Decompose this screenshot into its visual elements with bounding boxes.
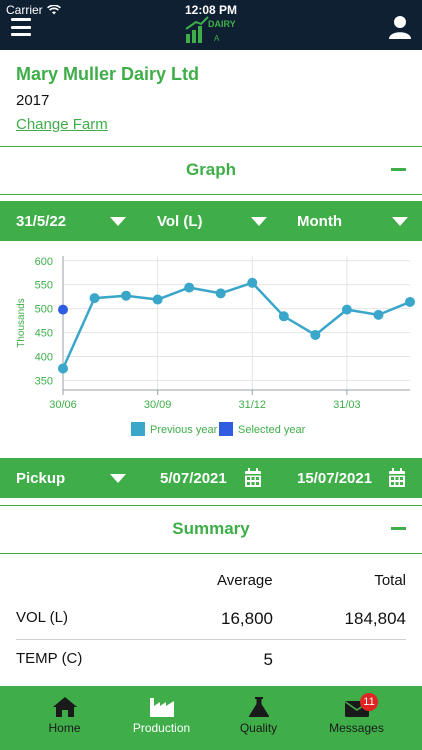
divider	[0, 146, 422, 147]
chevron-down-icon[interactable]	[392, 217, 408, 226]
divider	[0, 553, 422, 554]
y-tick-label: 450	[35, 328, 53, 340]
dairy-logo-icon: DAIRY A	[185, 16, 236, 43]
average-column-header: Average	[217, 572, 273, 589]
tab-label: Production	[132, 721, 191, 735]
summary-section-title: Summary	[172, 519, 250, 538]
calendar-icon[interactable]	[244, 468, 262, 488]
y-tick-label: 400	[35, 352, 53, 364]
y-axis-label: Thousands	[16, 298, 27, 347]
to-date-field[interactable]: 15/07/2021	[297, 458, 372, 498]
data-point	[278, 311, 289, 322]
factory-icon	[149, 698, 174, 717]
chevron-down-icon[interactable]	[110, 474, 126, 483]
data-point	[152, 294, 163, 305]
data-point	[310, 329, 321, 340]
logo-text: DAIRY	[208, 19, 236, 29]
tab-home[interactable]: Home	[12, 686, 117, 750]
x-tick-label: 31/03	[333, 399, 361, 411]
tab-label: Quality	[239, 721, 278, 735]
logo-subtext: A	[214, 34, 220, 43]
graph-filter-bar: 31/5/22 Vol (L) Month	[0, 201, 422, 241]
y-tick-label: 600	[35, 256, 53, 268]
from-date-field[interactable]: 5/07/2021	[160, 458, 227, 498]
tab-production[interactable]: Production	[109, 686, 214, 750]
total-column-header: Total	[374, 572, 406, 589]
data-point	[373, 309, 384, 320]
flask-icon	[248, 697, 269, 717]
data-point	[215, 288, 226, 299]
volume-line-chart: 350 400 450 500 550 600 30/06 30/09 31/12 31/03 Th…	[16, 256, 415, 436]
data-point	[58, 304, 68, 315]
hamburger-menu-button[interactable]	[11, 18, 31, 36]
legend-swatch	[131, 422, 145, 436]
data-point	[341, 304, 352, 315]
farm-year: 2017	[16, 92, 50, 109]
tab-messages[interactable]: 11 Messages	[304, 686, 409, 750]
calendar-icon[interactable]	[388, 468, 406, 488]
x-tick-label: 30/06	[49, 399, 77, 411]
summary-row-label: VOL (L)	[16, 609, 68, 626]
graph-section-title: Graph	[185, 160, 237, 179]
summary-row-average: 16,800	[221, 609, 273, 628]
change-farm-link[interactable]: Change Farm	[16, 116, 108, 133]
data-point	[405, 296, 415, 307]
x-tick-label: 30/09	[144, 399, 172, 411]
data-point	[58, 363, 68, 374]
unread-badge: 11	[360, 693, 378, 711]
series-line-1	[61, 281, 411, 369]
summary-row-total: 184,804	[344, 609, 406, 628]
data-point	[247, 277, 258, 288]
summary-collapse-icon[interactable]	[391, 527, 406, 530]
tab-label: Home	[48, 721, 81, 735]
data-point	[121, 290, 132, 301]
legend-label: Previous year	[150, 424, 218, 436]
summary-row-label: TEMP (C)	[16, 650, 83, 667]
row-divider	[16, 639, 406, 640]
pickup-type-select[interactable]: Pickup	[16, 458, 65, 498]
chevron-down-icon[interactable]	[110, 217, 126, 226]
top-navigation-bar: Carrier 12:08 PM DAIRY A	[0, 0, 422, 50]
date-select[interactable]: 31/5/22	[16, 201, 66, 241]
pickup-filter-bar: Pickup 5/07/2021 15/07/2021	[0, 458, 422, 498]
user-profile-icon[interactable]	[389, 15, 411, 39]
data-point	[184, 282, 195, 293]
summary-row-average: 5	[263, 650, 273, 669]
tab-quality[interactable]: Quality	[206, 686, 311, 750]
menu-line-icon	[11, 18, 31, 21]
tab-label: Messages	[329, 721, 384, 735]
legend-swatch	[219, 422, 233, 436]
data-point	[89, 293, 100, 304]
home-icon	[52, 697, 77, 717]
period-select[interactable]: Month	[297, 201, 342, 241]
divider	[0, 505, 422, 506]
chevron-down-icon[interactable]	[251, 217, 267, 226]
measure-select[interactable]: Vol (L)	[157, 201, 203, 241]
menu-line-icon	[11, 25, 31, 29]
y-tick-label: 350	[35, 375, 53, 387]
farm-name: Mary Muller Dairy Ltd	[16, 64, 200, 84]
divider	[0, 194, 422, 195]
y-tick-label: 550	[35, 280, 53, 292]
menu-line-icon	[11, 33, 31, 36]
graph-collapse-icon[interactable]	[391, 168, 406, 171]
legend-label: Selected year	[238, 424, 306, 436]
y-tick-label: 500	[35, 304, 53, 316]
x-tick-label: 31/12	[239, 399, 267, 411]
bottom-tab-bar: Home Production Quality 11 Messages	[0, 686, 422, 750]
